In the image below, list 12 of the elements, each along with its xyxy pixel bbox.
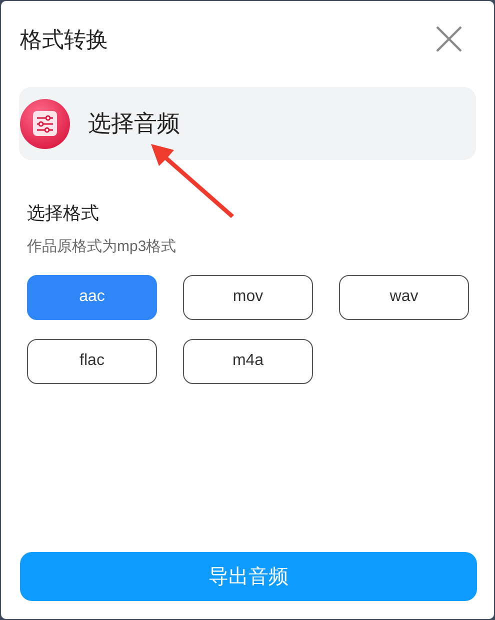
format-option[interactable]: aac bbox=[27, 274, 157, 320]
section-heading: 选择格式 bbox=[27, 202, 100, 225]
format-option[interactable]: wav bbox=[339, 274, 469, 320]
format-option[interactable]: mov bbox=[183, 274, 313, 320]
dialog-title: 格式转换 bbox=[20, 26, 108, 54]
format-note: 作品原格式为mp3格式 bbox=[27, 237, 178, 257]
audio-picker-label: 选择音频 bbox=[88, 109, 180, 138]
audio-picker[interactable]: 选择音频 bbox=[19, 87, 476, 160]
sliders-icon bbox=[20, 98, 70, 148]
format-option[interactable]: flac bbox=[27, 338, 157, 384]
format-option[interactable]: m4a bbox=[183, 338, 313, 384]
close-icon[interactable] bbox=[435, 25, 463, 53]
